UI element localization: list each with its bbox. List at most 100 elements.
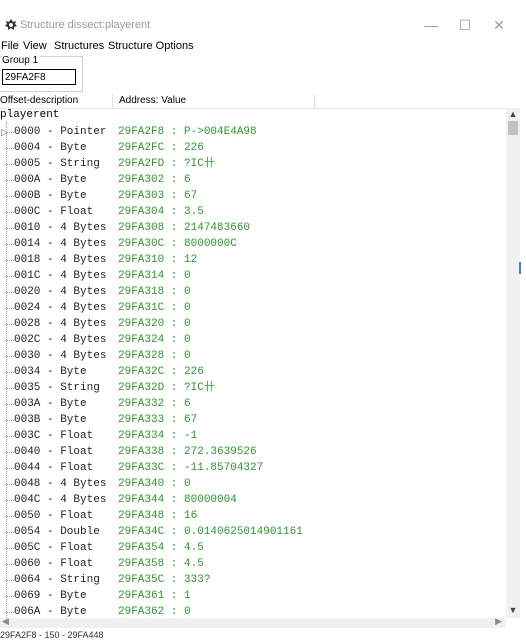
row-offset-description: 0064 - String [14,574,107,586]
tree-row[interactable]: 003C - Float 29FA334 : -1 [0,428,506,444]
tree-row[interactable]: 0014 - 4 Bytes 29FA30C : 8000000C [0,236,506,252]
tree-branch-line [6,228,14,229]
tree-branch-line [6,500,14,501]
row-address-value: 29FA328 : 0 [118,350,191,362]
tree-branch-line [6,260,14,261]
tree-row[interactable]: 0000 - Pointer 29FA2F8 : P->004E4A98 [0,124,506,140]
vertical-scrollbar[interactable]: ▲ ▼ [506,108,520,618]
close-button[interactable]: ✕ [484,14,514,36]
tree-row[interactable]: 0040 - Float 29FA338 : 272.3639526 [0,444,506,460]
row-offset-description: 0044 - Float [14,462,107,474]
menu-file[interactable]: File [1,40,19,52]
row-offset-description: 000B - Byte [14,190,107,202]
column-address-value[interactable]: Address: Value [119,95,186,106]
menu-structures[interactable]: Structures [54,40,104,52]
row-offset-description: 0060 - Float [14,558,107,570]
row-address-value: 29FA30C : 8000000C [118,238,237,250]
tree-row[interactable]: 005C - Float 29FA354 : 4.5 [0,540,506,556]
row-offset-description: 001C - 4 Bytes [14,270,107,282]
row-address-value: 29FA2FC : 226 [118,142,204,154]
column-offset-description[interactable]: Offset-description [0,95,78,106]
tree-branch-line [6,580,14,581]
row-offset-description: 0014 - 4 Bytes [14,238,107,250]
tree-row[interactable]: 0018 - 4 Bytes 29FA310 : 12 [0,252,506,268]
row-offset-description: 000C - Float [14,206,107,218]
tree-row[interactable]: 0069 - Byte 29FA361 : 1 [0,588,506,604]
row-offset-description: 004C - 4 Bytes [14,494,107,506]
title-bar: Structure dissect:playerent — ☐ ✕ [0,0,526,38]
address-input[interactable] [2,69,76,85]
tree-row[interactable]: 0020 - 4 Bytes 29FA318 : 0 [0,284,506,300]
row-address-value: 29FA304 : 3.5 [118,206,204,218]
column-header: Offset-description Address: Value [0,94,506,109]
scroll-right-arrow-icon[interactable]: ▶ [495,616,502,627]
menu-structure-options[interactable]: Structure Options [108,40,194,52]
row-offset-description: 003A - Byte [14,398,107,410]
tree-row[interactable]: 003A - Byte 29FA332 : 6 [0,396,506,412]
tree-row[interactable]: 0005 - String 29FA2FD : ?IC卄 [0,156,506,172]
tree-row[interactable]: 003B - Byte 29FA333 : 67 [0,412,506,428]
row-offset-description: 0054 - Double [14,526,107,538]
row-address-value: 29FA333 : 67 [118,414,198,426]
scroll-up-arrow-icon[interactable]: ▲ [508,108,518,120]
row-address-value: 29FA338 : 272.3639526 [118,446,257,458]
row-address-value: 29FA314 : 0 [118,270,191,282]
tree-row[interactable]: 0028 - 4 Bytes 29FA320 : 0 [0,316,506,332]
row-offset-description: 0069 - Byte [14,590,107,602]
structure-tree[interactable]: playerent ▷ 0000 - Pointer 29FA2F8 : P->0… [0,108,506,618]
tree-row[interactable]: 0064 - String 29FA35C : 333? [0,572,506,588]
row-address-value: 29FA33C : -11.85704327 [118,462,264,474]
tree-branch-line [6,452,14,453]
tree-row[interactable]: 0048 - 4 Bytes 29FA340 : 0 [0,476,506,492]
tree-row[interactable]: 0044 - Float 29FA33C : -11.85704327 [0,460,506,476]
row-address-value: 29FA318 : 0 [118,286,191,298]
column-separator[interactable] [314,94,315,108]
row-address-value: 29FA361 : 1 [118,590,191,602]
row-offset-description: 0020 - 4 Bytes [14,286,107,298]
row-address-value: 29FA34C : 0.0140625014901161 [118,526,303,538]
row-offset-description: 006A - Byte [14,606,107,618]
row-offset-description: 005C - Float [14,542,107,554]
tree-row[interactable]: 0004 - Byte 29FA2FC : 226 [0,140,506,156]
tree-row[interactable]: 006A - Byte 29FA362 : 0 [0,604,506,618]
row-address-value: 29FA32C : 226 [118,366,204,378]
menu-view[interactable]: View [23,40,47,52]
tree-row[interactable]: 0010 - 4 Bytes 29FA308 : 2147483660 [0,220,506,236]
scroll-down-arrow-icon[interactable]: ▼ [508,604,518,616]
tree-row[interactable]: 002C - 4 Bytes 29FA324 : 0 [0,332,506,348]
column-separator[interactable] [112,94,113,108]
tree-row[interactable]: 000C - Float 29FA304 : 3.5 [0,204,506,220]
tree-row[interactable]: 0054 - Double 29FA34C : 0.01406250149011… [0,524,506,540]
scroll-thumb[interactable] [508,121,518,135]
cheat-engine-icon [5,19,17,30]
tree-branch-line [6,324,14,325]
tree-row[interactable]: 0030 - 4 Bytes 29FA328 : 0 [0,348,506,364]
group-label: Group 1 [2,55,41,66]
tree-row[interactable]: 000A - Byte 29FA302 : 6 [0,172,506,188]
maximize-button[interactable]: ☐ [450,14,480,36]
horizontal-scrollbar[interactable]: ◀ ▶ [0,616,506,628]
minimize-button[interactable]: — [416,14,446,36]
tree-row[interactable]: 0050 - Float 29FA348 : 16 [0,508,506,524]
tree-branch-line [6,148,14,149]
row-offset-description: 002C - 4 Bytes [14,334,107,346]
tree-root-label[interactable]: playerent [0,108,59,122]
scroll-left-arrow-icon[interactable]: ◀ [2,616,9,627]
tree-branch-line [6,372,14,373]
row-address-value: 29FA31C : 0 [118,302,191,314]
tree-row[interactable]: 0060 - Float 29FA358 : 4.5 [0,556,506,572]
tree-row[interactable]: 0034 - Byte 29FA32C : 226 [0,364,506,380]
tree-row[interactable]: 0035 - String 29FA32D : ?IC卄 [0,380,506,396]
row-address-value: 29FA35C : 333? [118,574,211,586]
row-address-value: 29FA332 : 6 [118,398,191,410]
row-offset-description: 0034 - Byte [14,366,107,378]
tree-branch-line [6,308,14,309]
tree-row[interactable]: 0024 - 4 Bytes 29FA31C : 0 [0,300,506,316]
row-offset-description: 0040 - Float [14,446,107,458]
tree-branch-line [6,532,14,533]
row-address-value: 29FA310 : 12 [118,254,198,266]
tree-branch-line [6,516,14,517]
tree-row[interactable]: 000B - Byte 29FA303 : 67 [0,188,506,204]
tree-row[interactable]: 001C - 4 Bytes 29FA314 : 0 [0,268,506,284]
tree-row[interactable]: 004C - 4 Bytes 29FA344 : 80000004 [0,492,506,508]
